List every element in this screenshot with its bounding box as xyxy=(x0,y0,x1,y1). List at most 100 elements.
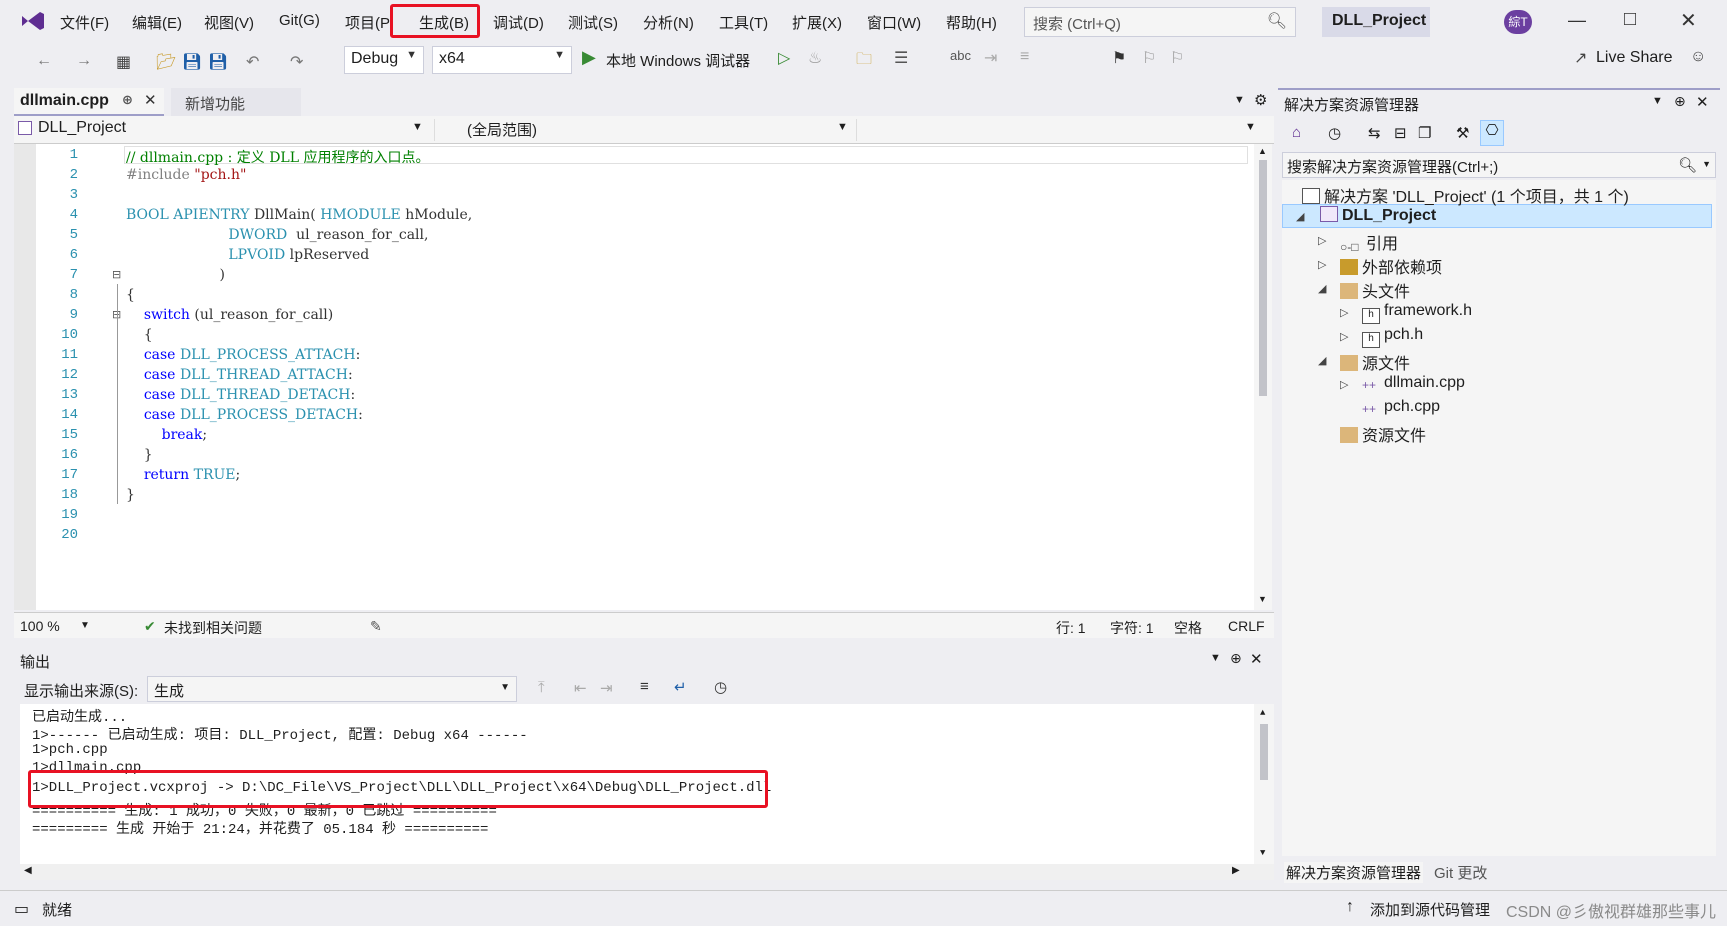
scroll-down-icon[interactable]: ▼ xyxy=(1260,848,1265,858)
output-text-area[interactable]: 已启动生成... 1>------ 已启动生成: 项目: DLL_Project… xyxy=(20,704,1274,864)
redo-icon[interactable]: ↷ xyxy=(290,52,303,72)
scroll-up-icon[interactable]: ▲ xyxy=(1260,708,1265,718)
chevron-down-icon[interactable]: ▼ xyxy=(80,620,90,631)
start-debug-icon[interactable]: ▶ xyxy=(582,47,596,68)
minimize-icon[interactable]: — xyxy=(1568,10,1586,31)
scrollbar-thumb[interactable] xyxy=(1259,160,1267,396)
menu-window[interactable]: 窗口(W) xyxy=(867,12,921,33)
menu-view[interactable]: 视图(V) xyxy=(204,12,254,33)
prev-message-icon[interactable]: ⇤ xyxy=(574,679,587,697)
bookmark-next-icon[interactable]: ⚐ xyxy=(1170,48,1184,68)
scroll-right-icon[interactable]: ▶ xyxy=(1232,865,1240,876)
menu-edit[interactable]: 编辑(E) xyxy=(132,12,182,33)
live-share-button[interactable]: Live Share xyxy=(1596,49,1673,67)
maximize-icon[interactable]: □ xyxy=(1624,8,1636,31)
spaces-indicator[interactable]: 空格 xyxy=(1174,618,1202,638)
tab-git-changes[interactable]: Git 更改 xyxy=(1434,862,1487,883)
member-select[interactable]: ▼ xyxy=(856,119,1260,141)
back-icon[interactable]: ← xyxy=(36,52,52,70)
gear-icon[interactable]: ⚙ xyxy=(1254,91,1267,109)
collapse-icon[interactable]: ◢ xyxy=(1318,282,1326,295)
collapse-icon[interactable]: ◢ xyxy=(1318,354,1326,367)
preview-icon[interactable]: ⎔ xyxy=(1480,120,1504,146)
menu-help[interactable]: 帮助(H) xyxy=(946,12,997,33)
scrollbar-thumb[interactable] xyxy=(1260,724,1268,780)
expand-icon[interactable]: ▷ xyxy=(1318,234,1326,247)
search-input[interactable]: 搜索 (Ctrl+Q) 🔍︎ xyxy=(1024,7,1296,37)
add-to-source-control-button[interactable]: 添加到源代码管理 xyxy=(1370,899,1490,920)
save-icon[interactable]: 💾︎ xyxy=(182,52,202,72)
avatar[interactable]: 綜T xyxy=(1504,10,1532,34)
menu-project[interactable]: 项目(P xyxy=(345,12,390,33)
editor-vertical-scrollbar[interactable]: ▲ ▼ xyxy=(1254,144,1272,610)
menu-test[interactable]: 测试(S) xyxy=(568,12,618,33)
configuration-select[interactable]: Debug ▼ xyxy=(344,46,424,74)
goto-error-icon[interactable]: ⤒ xyxy=(538,679,545,696)
expand-icon[interactable]: ▷ xyxy=(1340,330,1348,343)
tree-item-dllmain-cpp[interactable]: ++ dllmain.cpp xyxy=(1362,374,1465,394)
zoom-select[interactable]: 100 % xyxy=(20,618,60,634)
close-icon[interactable]: ✕ xyxy=(1680,8,1697,33)
undo-icon[interactable]: ↶ xyxy=(246,52,259,72)
chevron-down-icon[interactable]: ▼ xyxy=(1652,95,1663,107)
tree-item-project[interactable]: DLL_Project xyxy=(1320,206,1436,225)
bookmark-icon[interactable]: ⚑ xyxy=(1112,48,1126,68)
menu-tools[interactable]: 工具(T) xyxy=(719,12,768,33)
expand-icon[interactable]: ▷ xyxy=(1340,306,1348,319)
menu-git[interactable]: Git(G) xyxy=(279,12,320,29)
output-horizontal-scrollbar[interactable]: ◀ ▶ xyxy=(20,864,1274,880)
menu-analyze[interactable]: 分析(N) xyxy=(643,12,694,33)
menu-extensions[interactable]: 扩展(X) xyxy=(792,12,842,33)
scroll-up-icon[interactable]: ▲ xyxy=(1258,146,1267,156)
global-scope-select[interactable]: (全局范围) ▼ xyxy=(434,119,850,141)
pin-icon[interactable]: ⊕ xyxy=(1230,650,1242,667)
tab-solution-explorer[interactable]: 解决方案资源管理器 xyxy=(1284,862,1424,883)
bookmark-prev-icon[interactable]: ⚐ xyxy=(1142,48,1156,68)
menu-file[interactable]: 文件(F) xyxy=(60,12,109,33)
hot-reload-icon[interactable]: ♨ xyxy=(808,48,822,68)
issues-status[interactable]: 未找到相关问题 xyxy=(164,618,262,638)
wrench-icon[interactable]: ⚒ xyxy=(1456,124,1469,142)
pin-icon[interactable]: ⊕ xyxy=(122,92,133,108)
collapse-all-icon[interactable]: ⊟ xyxy=(1394,124,1407,142)
comment-icon[interactable]: ≡ xyxy=(1020,48,1029,66)
start-debugger-button[interactable]: 本地 Windows 调试器 xyxy=(606,50,750,71)
menu-build[interactable]: 生成(B) xyxy=(419,12,469,33)
tab-dropdown-icon[interactable]: ▼ xyxy=(1234,94,1245,106)
platform-select[interactable]: x64 ▼ xyxy=(432,46,572,74)
close-icon[interactable]: ✕ xyxy=(1250,650,1263,668)
pin-icon[interactable]: ⊕ xyxy=(1674,93,1686,110)
indent-icon[interactable]: ⇥ xyxy=(984,48,997,68)
feedback-icon[interactable]: ☺ xyxy=(1690,48,1706,66)
next-message-icon[interactable]: ⇥ xyxy=(600,679,613,697)
home-icon[interactable]: ⌂ xyxy=(1292,124,1301,141)
tree-item-external-deps[interactable]: 外部依赖项 xyxy=(1340,254,1442,278)
expand-icon[interactable]: ◢ xyxy=(1296,210,1304,223)
new-project-icon[interactable]: ▦ xyxy=(116,52,131,72)
tree-item-framework-h[interactable]: h framework.h xyxy=(1362,302,1472,324)
close-tab-icon[interactable]: ✕ xyxy=(144,91,157,109)
word-wrap-icon[interactable]: ↵ xyxy=(674,678,687,696)
collapse-icon[interactable]: ⊟ xyxy=(112,268,121,281)
tree-item-pch-h[interactable]: h pch.h xyxy=(1362,326,1423,348)
tree-item-resource-files[interactable]: 资源文件 xyxy=(1340,422,1426,446)
tree-item-references[interactable]: ○-□ 引用 xyxy=(1340,230,1398,256)
open-folder-icon[interactable]: 📂︎ xyxy=(156,52,176,72)
layout-icon[interactable]: ☰ xyxy=(894,48,908,68)
output-vertical-scrollbar[interactable]: ▲ ▼ xyxy=(1254,704,1274,864)
clear-all-icon[interactable]: ≡ xyxy=(640,678,649,695)
save-all-icon[interactable]: 💾︎ xyxy=(208,52,228,72)
project-scope-select[interactable]: DLL_Project ▼ xyxy=(18,119,423,141)
close-icon[interactable]: ✕ xyxy=(1696,93,1709,111)
show-all-files-icon[interactable]: ❐ xyxy=(1418,124,1431,142)
chevron-down-icon[interactable]: ▼ xyxy=(1702,159,1711,169)
notification-icon[interactable]: ▭ xyxy=(14,899,29,919)
expand-icon[interactable]: ▷ xyxy=(1318,258,1326,271)
tree-item-solution[interactable]: 解决方案 'DLL_Project' (1 个项目，共 1 个) xyxy=(1302,183,1629,207)
tab-whats-new[interactable]: 新增功能 xyxy=(171,88,301,116)
folder-view-icon[interactable]: 🗀 xyxy=(856,48,872,75)
clock-icon[interactable]: ◷ xyxy=(714,678,727,696)
forward-icon[interactable]: → xyxy=(76,52,92,70)
spellcheck-icon[interactable]: abc xyxy=(950,48,971,63)
expand-icon[interactable]: ▷ xyxy=(1340,378,1348,391)
